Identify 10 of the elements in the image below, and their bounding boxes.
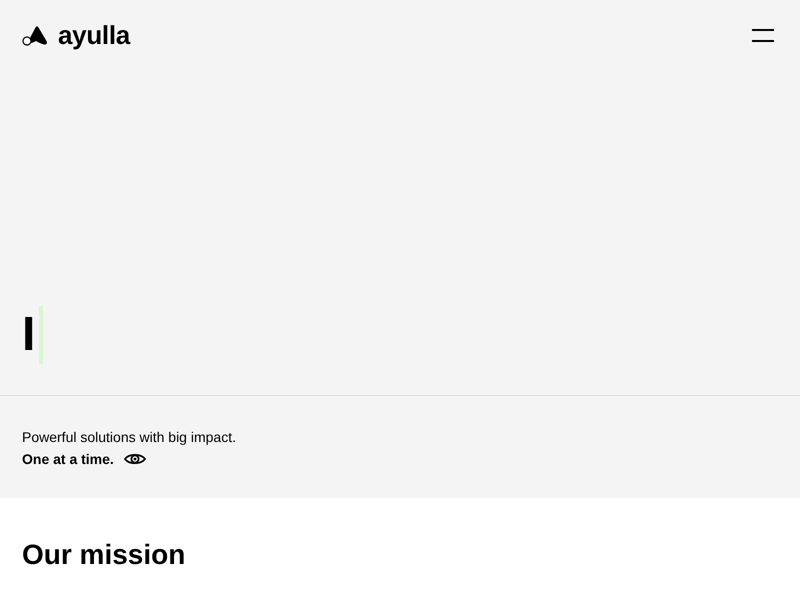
menu-button[interactable] xyxy=(752,28,774,42)
menu-icon xyxy=(752,28,774,42)
logo-icon xyxy=(22,24,48,46)
hero-heading: I xyxy=(22,311,36,359)
tagline-text: Powerful solutions with big impact. xyxy=(22,428,236,447)
eye-icon xyxy=(124,452,146,466)
tagline-emphasis: One at a time. xyxy=(22,450,114,469)
text-cursor xyxy=(39,306,44,364)
section-heading: Our mission xyxy=(22,538,186,572)
logo-text[interactable]: ayulla xyxy=(58,20,130,50)
